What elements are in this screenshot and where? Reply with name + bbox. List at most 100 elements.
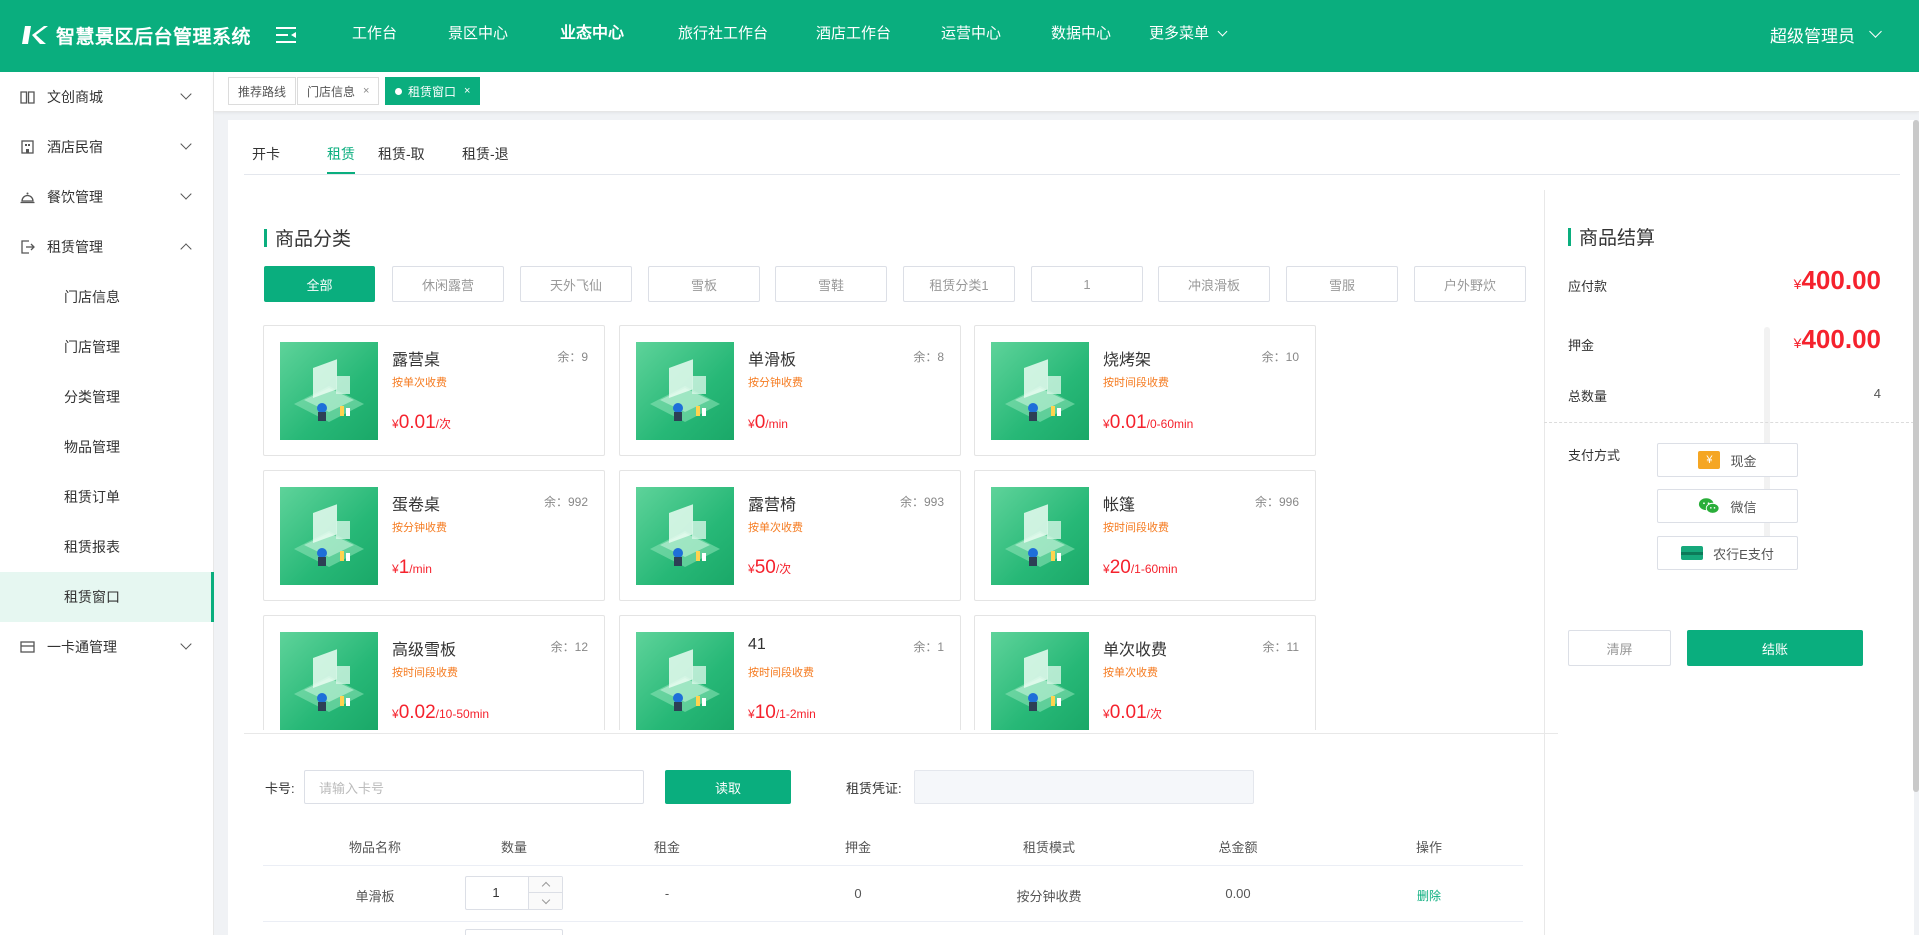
product-card[interactable]: 41 余：1 按时间段收费 ¥10/1-2min (619, 615, 961, 730)
sidebar-item-label: 酒店民宿 (47, 139, 103, 155)
decrement-button[interactable] (529, 893, 562, 909)
chevron-down-icon (180, 138, 192, 150)
sidebar-item-one-card[interactable]: 一卡通管理 (0, 622, 214, 672)
cloche-icon (20, 190, 35, 204)
product-card[interactable]: 蛋卷桌 余：992 按分钟收费 ¥1/min (263, 470, 605, 601)
read-card-button[interactable]: 读取 (665, 770, 791, 804)
product-name: 露营桌 (392, 352, 441, 369)
category-all[interactable]: 全部 (264, 266, 375, 302)
nav-operations[interactable]: 运营中心 (941, 23, 1001, 45)
quantity-stepper[interactable]: 1 (465, 876, 563, 910)
increment-button[interactable] (529, 877, 562, 893)
pay-wechat-button[interactable]: 微信 (1657, 489, 1798, 523)
logo[interactable]: 智慧景区后台管理系统 (22, 18, 251, 52)
payable-amount: ¥400.00 (1794, 265, 1881, 296)
sidebar-sub-label: 分类管理 (64, 389, 120, 405)
product-price: ¥10/1-2min (748, 702, 816, 724)
product-stock: 余：996 (1254, 495, 1299, 509)
product-charge-mode: 按分钟收费 (392, 522, 447, 534)
product-card[interactable]: 帐篷 余：996 按时间段收费 ¥20/1-60min (974, 470, 1316, 601)
product-stock: 余：1 (913, 640, 944, 654)
category-button[interactable]: 雪服 (1286, 266, 1398, 302)
category-button[interactable]: 雪鞋 (775, 266, 887, 302)
sidebar-sub-label: 租赁订单 (64, 489, 120, 505)
sidebar-sub-store-manage[interactable]: 门店管理 (0, 322, 214, 372)
clear-screen-button[interactable]: 清屏 (1568, 630, 1671, 666)
section-divider (244, 733, 1558, 734)
tag-store-info[interactable]: 门店信息 × (297, 77, 380, 105)
user-menu[interactable]: 超级管理员 (1770, 22, 1882, 47)
tab-rent-return[interactable]: 租赁-退 (462, 144, 509, 164)
category-button[interactable]: 休闲露营 (392, 266, 504, 302)
close-icon[interactable]: × (363, 85, 369, 97)
pay-cash-button[interactable]: ¥ 现金 (1657, 443, 1798, 477)
product-price: ¥50/次 (748, 557, 791, 579)
row-item-name: 单滑板 (355, 889, 395, 904)
pay-abc-button[interactable]: 农行E支付 (1657, 536, 1798, 570)
product-price: ¥0.01/次 (1103, 702, 1162, 724)
sidebar-sub-category-manage[interactable]: 分类管理 (0, 372, 214, 422)
checkout-button[interactable]: 结账 (1687, 630, 1863, 666)
pay-method-label: 现金 (1730, 453, 1757, 469)
settlement-title: 商品结算 (1579, 228, 1656, 249)
nav-scenic-center[interactable]: 景区中心 (448, 23, 508, 45)
product-card[interactable]: 露营桌 余：9 按单次收费 ¥0.01/次 (263, 325, 605, 456)
nav-hotel[interactable]: 酒店工作台 (816, 23, 891, 45)
nav-data-center[interactable]: 数据中心 (1051, 23, 1111, 45)
tab-rent[interactable]: 租赁 (327, 144, 355, 164)
category-button[interactable]: 雪板 (648, 266, 760, 302)
tag-rental-window[interactable]: 租赁窗口 × (385, 77, 481, 105)
sidebar-sub-store-info[interactable]: 门店信息 (0, 272, 214, 322)
stepper-buttons (528, 877, 562, 909)
tags-bar: 推荐路线 门店信息 × 租赁窗口 × (214, 72, 1919, 112)
chevron-down-icon (541, 895, 550, 904)
sidebar-sub-rental-report[interactable]: 租赁报表 (0, 522, 214, 572)
product-card[interactable]: 单滑板 余：8 按分钟收费 ¥0/min (619, 325, 961, 456)
category-button[interactable]: 租赁分类1 (903, 266, 1015, 302)
category-button[interactable]: 户外野炊 (1414, 266, 1526, 302)
sidebar-sub-rental-orders[interactable]: 租赁订单 (0, 472, 214, 522)
product-charge-mode: 按单次收费 (392, 377, 447, 389)
sidebar-item-catering[interactable]: 餐饮管理 (0, 172, 214, 222)
page-scrollbar[interactable] (1913, 120, 1919, 792)
chevron-up-icon (180, 243, 192, 255)
quantity-stepper-partial[interactable] (465, 929, 563, 935)
sidebar-item-hotel[interactable]: 酒店民宿 (0, 122, 214, 172)
category-button[interactable]: 天外飞仙 (520, 266, 632, 302)
price-value: 20 (1109, 557, 1131, 578)
main-panel: 开卡 租赁 租赁-取 租赁-退 商品分类 全部 休闲露营 天外飞仙 雪板 雪鞋 … (228, 120, 1914, 935)
sidebar-item-rental[interactable]: 租赁管理 (0, 222, 214, 272)
category-button[interactable]: 冲浪滑板 (1158, 266, 1270, 302)
nav-workbench[interactable]: 工作台 (352, 23, 397, 45)
sidebar-sub-label: 租赁窗口 (64, 589, 120, 605)
delete-link[interactable]: 删除 (1389, 887, 1469, 904)
nav-travel-agency[interactable]: 旅行社工作台 (678, 23, 768, 45)
card-number-label: 卡号: (265, 781, 295, 796)
category-button[interactable]: 1 (1031, 266, 1143, 302)
count-label: 总数量 (1568, 389, 1608, 404)
sidebar-sub-item-manage[interactable]: 物品管理 (0, 422, 214, 472)
product-illustration (636, 487, 734, 585)
product-card[interactable]: 烧烤架 余：10 按时间段收费 ¥0.01/0-60min (974, 325, 1316, 456)
nav-more-menu[interactable]: 更多菜单 (1149, 23, 1228, 45)
price-unit: /min (765, 417, 788, 431)
sidebar-sub-rental-window[interactable]: 租赁窗口 (0, 572, 214, 622)
nav-business-center[interactable]: 业态中心 (560, 23, 624, 45)
product-stock: 余：8 (913, 350, 944, 364)
sidebar-item-shop[interactable]: 文创商城 (0, 72, 214, 122)
product-card[interactable]: 高级雪板 余：12 按时间段收费 ¥0.02/10-50min (263, 615, 605, 730)
tag-recommended-routes[interactable]: 推荐路线 (228, 77, 297, 105)
pay-method-label: 农行E支付 (1713, 546, 1774, 562)
product-card[interactable]: 单次收费 余：11 按单次收费 ¥0.01/次 (974, 615, 1316, 730)
menu-toggle-icon[interactable] (276, 25, 298, 45)
app-title: 智慧景区后台管理系统 (56, 26, 252, 48)
logo-icon (22, 24, 48, 46)
tab-rent-pickup[interactable]: 租赁-取 (378, 144, 425, 164)
price-value: 0.01 (1109, 412, 1147, 433)
product-card[interactable]: 露营椅 余：993 按单次收费 ¥50/次 (619, 470, 961, 601)
product-charge-mode: 按时间段收费 (1103, 522, 1169, 534)
close-icon[interactable]: × (464, 85, 470, 97)
card-number-input[interactable]: 请输入卡号 (304, 770, 644, 804)
tab-open-card[interactable]: 开卡 (252, 144, 280, 164)
product-name: 高级雪板 (392, 642, 457, 659)
